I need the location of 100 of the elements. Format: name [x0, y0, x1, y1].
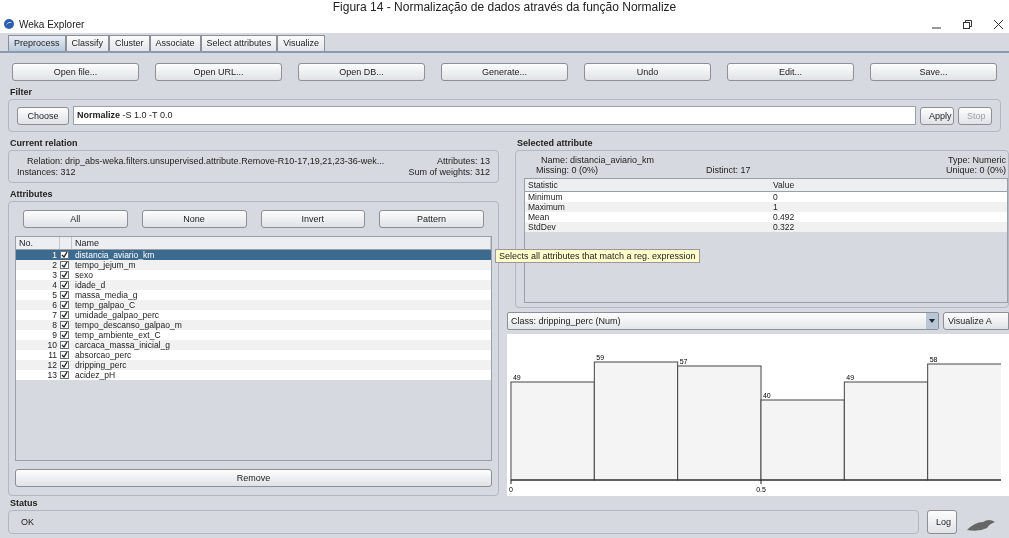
choose-button[interactable]: Choose	[17, 106, 69, 125]
checkbox[interactable]	[60, 311, 69, 319]
toolbar-button[interactable]: Generate...	[441, 63, 568, 81]
column-header: Statistic	[527, 179, 559, 191]
checkbox[interactable]	[60, 331, 69, 339]
log-button[interactable]: Log	[927, 510, 957, 534]
section-heading: Selected attribute	[516, 137, 594, 150]
checkbox[interactable]	[60, 251, 69, 259]
column-header: Name	[72, 237, 491, 249]
column-header: Value	[772, 179, 796, 191]
checkbox[interactable]	[60, 291, 69, 299]
tab[interactable]: Classify	[65, 35, 110, 51]
statistic-name: Mean	[527, 212, 551, 222]
attribute-row[interactable]: 12 dripping_perc	[16, 360, 491, 370]
tab[interactable]: Associate	[149, 35, 201, 51]
statistic-value: 0	[772, 192, 779, 202]
missing-count: Missing: 0 (0%)	[536, 165, 599, 175]
attribute-select-button[interactable]: All	[23, 210, 128, 228]
statistic-value: 0.322	[772, 222, 796, 232]
attribute-select-button[interactable]: Pattern	[379, 210, 484, 228]
attribute-row[interactable]: 7 umidade_galpao_perc	[16, 310, 491, 320]
attribute-name-label: Name: distancia_aviario_km	[540, 155, 656, 165]
column-header: No.	[16, 237, 60, 249]
attribute-type: Type: Numeric	[946, 155, 1006, 165]
attribute-name: dripping_perc	[74, 360, 128, 370]
checkbox[interactable]	[60, 321, 69, 329]
row-number: 11	[47, 350, 58, 360]
attribute-select-button[interactable]: None	[141, 210, 247, 228]
checkbox[interactable]	[60, 351, 69, 359]
attribute-name: sexo	[74, 270, 94, 280]
toolbar-button[interactable]: Open URL...	[155, 63, 282, 81]
class-dropdown[interactable]: Class: dripping_perc (Num)	[507, 312, 939, 330]
row-number: 7	[51, 310, 58, 320]
tab[interactable]: Cluster	[109, 35, 150, 51]
checkbox[interactable]	[60, 361, 69, 369]
instances-count: Instances: 312	[17, 167, 77, 177]
tooltip: Selects all attributes that match a reg. expression	[495, 249, 700, 263]
tab[interactable]: Visualize	[277, 35, 325, 51]
toolbar-button[interactable]: Save...	[870, 63, 997, 81]
row-number: 10	[46, 340, 58, 350]
row-number: 2	[51, 260, 58, 270]
attribute-row[interactable]: 4 idade_d	[16, 280, 491, 290]
filter-field[interactable]: Normalize -S 1.0 -T 0.0	[73, 106, 916, 125]
unique-count: Unique: 0 (0%)	[944, 165, 1006, 175]
checkbox[interactable]	[60, 281, 69, 289]
section-heading: Status	[9, 497, 39, 510]
toolbar-button[interactable]: Open file...	[12, 63, 139, 81]
row-number: 9	[51, 330, 58, 340]
statistic-value: 1	[772, 202, 779, 212]
attribute-name: distancia_aviario_km	[74, 250, 156, 260]
tab[interactable]: Preprocess	[8, 35, 66, 51]
remove-button[interactable]: Remove	[15, 469, 492, 487]
attribute-name: umidade_galpao_perc	[74, 310, 161, 320]
attribute-select-button[interactable]: Invert	[260, 210, 366, 228]
attribute-row[interactable]: 2 tempo_jejum_m	[16, 260, 491, 270]
row-number: 4	[51, 280, 58, 290]
attribute-row[interactable]: 5 massa_media_g	[16, 290, 491, 300]
attribute-name: tempo_descanso_galpao_m	[74, 320, 183, 330]
toolbar-button[interactable]: Open DB...	[298, 63, 425, 81]
attribute-name: acidez_pH	[74, 370, 117, 380]
checkbox[interactable]	[60, 341, 69, 349]
relation-text: Relation: drip_abs-weka.filters.unsupervised.attribute.Remove-R10-17,19,21,23-36-wek...	[26, 156, 386, 166]
row-number: 3	[51, 270, 58, 280]
section-heading: Attributes	[9, 188, 54, 201]
filter-action-button[interactable]: Apply	[920, 106, 954, 125]
attribute-name: idade_d	[74, 280, 107, 290]
row-number: 13	[46, 370, 58, 380]
sum-of-weights: Sum of weights: 312	[408, 167, 490, 177]
checkbox[interactable]	[60, 271, 69, 279]
restore-icon[interactable]	[963, 19, 972, 29]
attribute-row[interactable]: 6 temp_galpao_C	[16, 300, 491, 310]
row-number: 5	[51, 290, 58, 300]
checkbox[interactable]	[60, 301, 69, 309]
attribute-row[interactable]: 13 acidez_pH	[16, 370, 491, 380]
statistic-name: Maximum	[527, 202, 566, 212]
attribute-name: tempo_jejum_m	[74, 260, 137, 270]
checkbox[interactable]	[60, 261, 69, 269]
toolbar-button[interactable]: Undo	[584, 63, 711, 81]
row-number: 8	[51, 320, 58, 330]
close-icon[interactable]	[994, 19, 1003, 29]
attribute-row[interactable]: 10 carcaca_massa_inicial_g	[16, 340, 491, 350]
visualize-all-button[interactable]: Visualize A	[943, 312, 1009, 330]
attribute-row[interactable]: 11 absorcao_perc	[16, 350, 491, 360]
toolbar-button[interactable]: Edit...	[727, 63, 854, 81]
attribute-row[interactable]: 8 tempo_descanso_galpao_m	[16, 320, 491, 330]
section-heading: Current relation	[9, 137, 79, 150]
row-number: 6	[51, 300, 58, 310]
checkbox[interactable]	[60, 371, 69, 379]
attribute-row[interactable]: 3 sexo	[16, 270, 491, 280]
attributes-count: Attributes: 13	[435, 156, 490, 166]
attribute-name: temp_galpao_C	[74, 300, 136, 310]
tab[interactable]: Select attributes	[200, 35, 278, 51]
attribute-name: massa_media_g	[74, 290, 139, 300]
attribute-name: carcaca_massa_inicial_g	[74, 340, 171, 350]
weka-logo-icon	[4, 19, 14, 29]
attribute-row[interactable]: 1 distancia_aviario_km	[16, 250, 491, 260]
status-message: OK	[21, 517, 34, 527]
attribute-name: temp_ambiente_ext_C	[74, 330, 162, 340]
attribute-row[interactable]: 9 temp_ambiente_ext_C	[16, 330, 491, 340]
statistic-name: Minimum	[527, 192, 564, 202]
